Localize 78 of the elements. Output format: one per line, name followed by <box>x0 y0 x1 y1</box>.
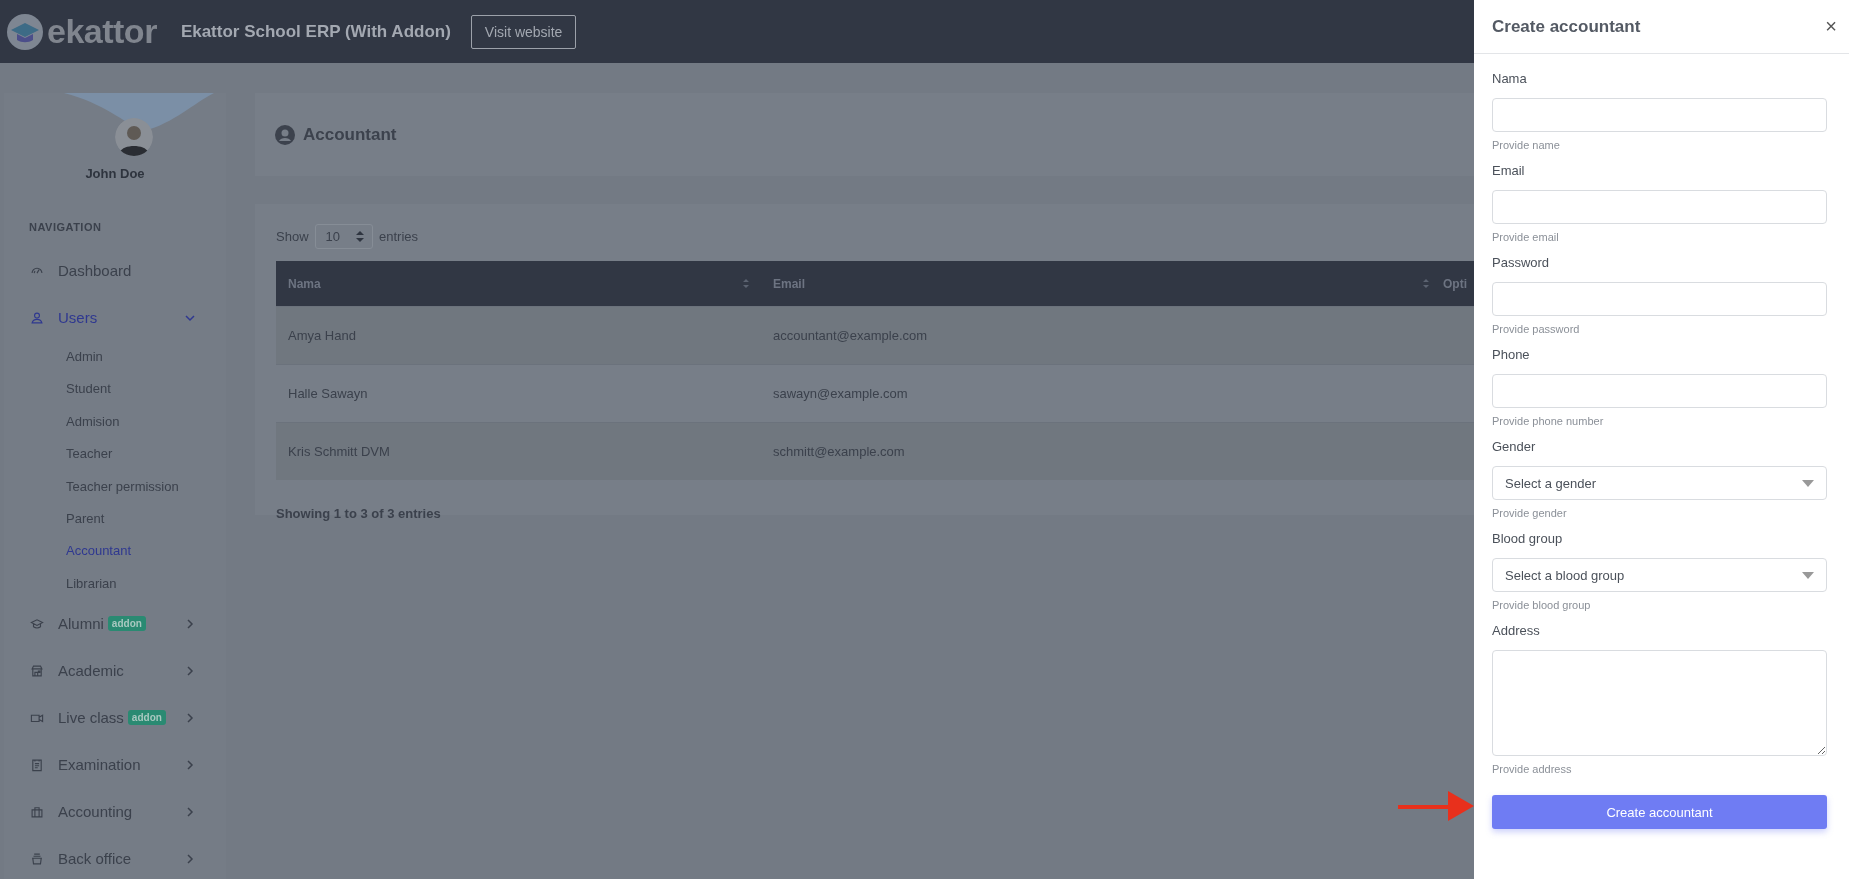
sort-arrows-icon <box>356 231 364 242</box>
section-label: NAVIGATION <box>29 221 103 233</box>
nav-subitem[interactable]: Librarian <box>4 567 226 601</box>
nav-subitem[interactable]: Student <box>4 373 226 406</box>
table-info: Showing 1 to 3 of 3 entries <box>276 506 442 521</box>
input-field[interactable] <box>1492 98 1827 132</box>
table-cell-text: sawayn@example.com <box>772 385 909 403</box>
nav-item[interactable]: Back office <box>4 835 226 879</box>
chevron-icon <box>185 618 195 629</box>
chevron-icon <box>185 853 195 864</box>
field-label: Nama <box>1492 70 1528 88</box>
visit-website-button[interactable]: Visit website <box>470 14 577 49</box>
nav-subitem[interactable]: Teacher <box>4 438 226 471</box>
avatar <box>115 118 153 156</box>
nav-item[interactable]: Academic <box>4 647 226 695</box>
field-hint: Provide address <box>1492 762 1573 776</box>
sort-icon <box>743 279 749 288</box>
field-hint: Provide password <box>1492 322 1581 336</box>
app-title: Ekattor School ERP (With Addon) <box>180 21 451 42</box>
input-field[interactable] <box>1492 190 1827 224</box>
column-header[interactable]: Opti <box>1441 261 1474 306</box>
field-label: Address <box>1492 622 1541 640</box>
nav-item[interactable]: Users <box>4 294 226 341</box>
column-header[interactable]: Email <box>761 261 1441 306</box>
sort-icon <box>1423 279 1429 288</box>
addon-badge: addon <box>127 710 166 726</box>
field-hint: Provide gender <box>1492 506 1568 520</box>
entries-label: entries <box>379 229 419 244</box>
chevron-icon <box>185 759 195 770</box>
nav-item[interactable]: Dashboard <box>4 247 226 294</box>
field-hint: Provide phone number <box>1492 414 1605 428</box>
nav-subitem[interactable]: Admision <box>4 405 226 439</box>
chevron-icon <box>185 665 195 676</box>
field-hint: Provide name <box>1492 138 1561 152</box>
field-label: Phone <box>1492 346 1531 364</box>
show-label: Show <box>276 229 309 244</box>
nav-icon <box>30 663 44 678</box>
nav-icon <box>30 757 44 772</box>
table-cell-text: Halle Sawayn <box>287 385 369 403</box>
input-field[interactable] <box>1492 374 1827 408</box>
page-length-select[interactable]: 10 <box>314 224 373 249</box>
dropdown-caret-icon <box>1802 479 1814 487</box>
nav-item[interactable]: Live class addon <box>4 694 226 742</box>
nav-subitem[interactable]: Admin <box>4 341 226 374</box>
chevron-icon <box>185 712 195 723</box>
close-button[interactable]: × <box>1817 11 1845 42</box>
nav-item[interactable]: Examination <box>4 741 226 789</box>
logo-text: ekattor <box>47 12 157 51</box>
dropdown-caret-icon <box>1802 571 1814 579</box>
user-name: John Doe <box>84 166 146 181</box>
field-hint: Provide blood group <box>1492 598 1592 612</box>
input-field[interactable] <box>1492 282 1827 316</box>
chevron-icon <box>185 806 195 817</box>
nav-icon <box>30 851 44 866</box>
textarea-field[interactable] <box>1492 650 1827 756</box>
field-label: Gender <box>1492 438 1537 456</box>
field-label: Email <box>1492 162 1526 180</box>
chevron-icon <box>185 312 195 323</box>
addon-badge: addon <box>107 616 146 632</box>
field-hint: Provide email <box>1492 230 1560 244</box>
user-circle-icon <box>275 124 295 145</box>
nav-icon <box>30 804 44 819</box>
nav-item[interactable]: Alumni addon <box>4 600 226 648</box>
nav-subitem[interactable]: Accountant <box>4 535 226 568</box>
create-accountant-button[interactable]: Create accountant <box>1492 795 1827 829</box>
nav-item[interactable]: Accounting <box>4 788 226 836</box>
select-field[interactable]: Select a gender <box>1492 466 1827 500</box>
page-title: Accountant <box>303 124 397 145</box>
select-field[interactable]: Select a blood group <box>1492 558 1827 592</box>
nav-icon <box>30 310 44 325</box>
graduation-cap-logo-icon <box>6 12 44 51</box>
drawer-title: Create accountant <box>1492 16 1641 37</box>
field-label: Blood group <box>1492 530 1564 548</box>
field-label: Password <box>1492 254 1551 272</box>
nav-subitem[interactable]: Teacher permission <box>4 470 226 503</box>
nav-subitem[interactable]: Parent <box>4 502 226 536</box>
column-header[interactable]: Nama <box>276 261 761 306</box>
nav-icon <box>30 616 44 631</box>
